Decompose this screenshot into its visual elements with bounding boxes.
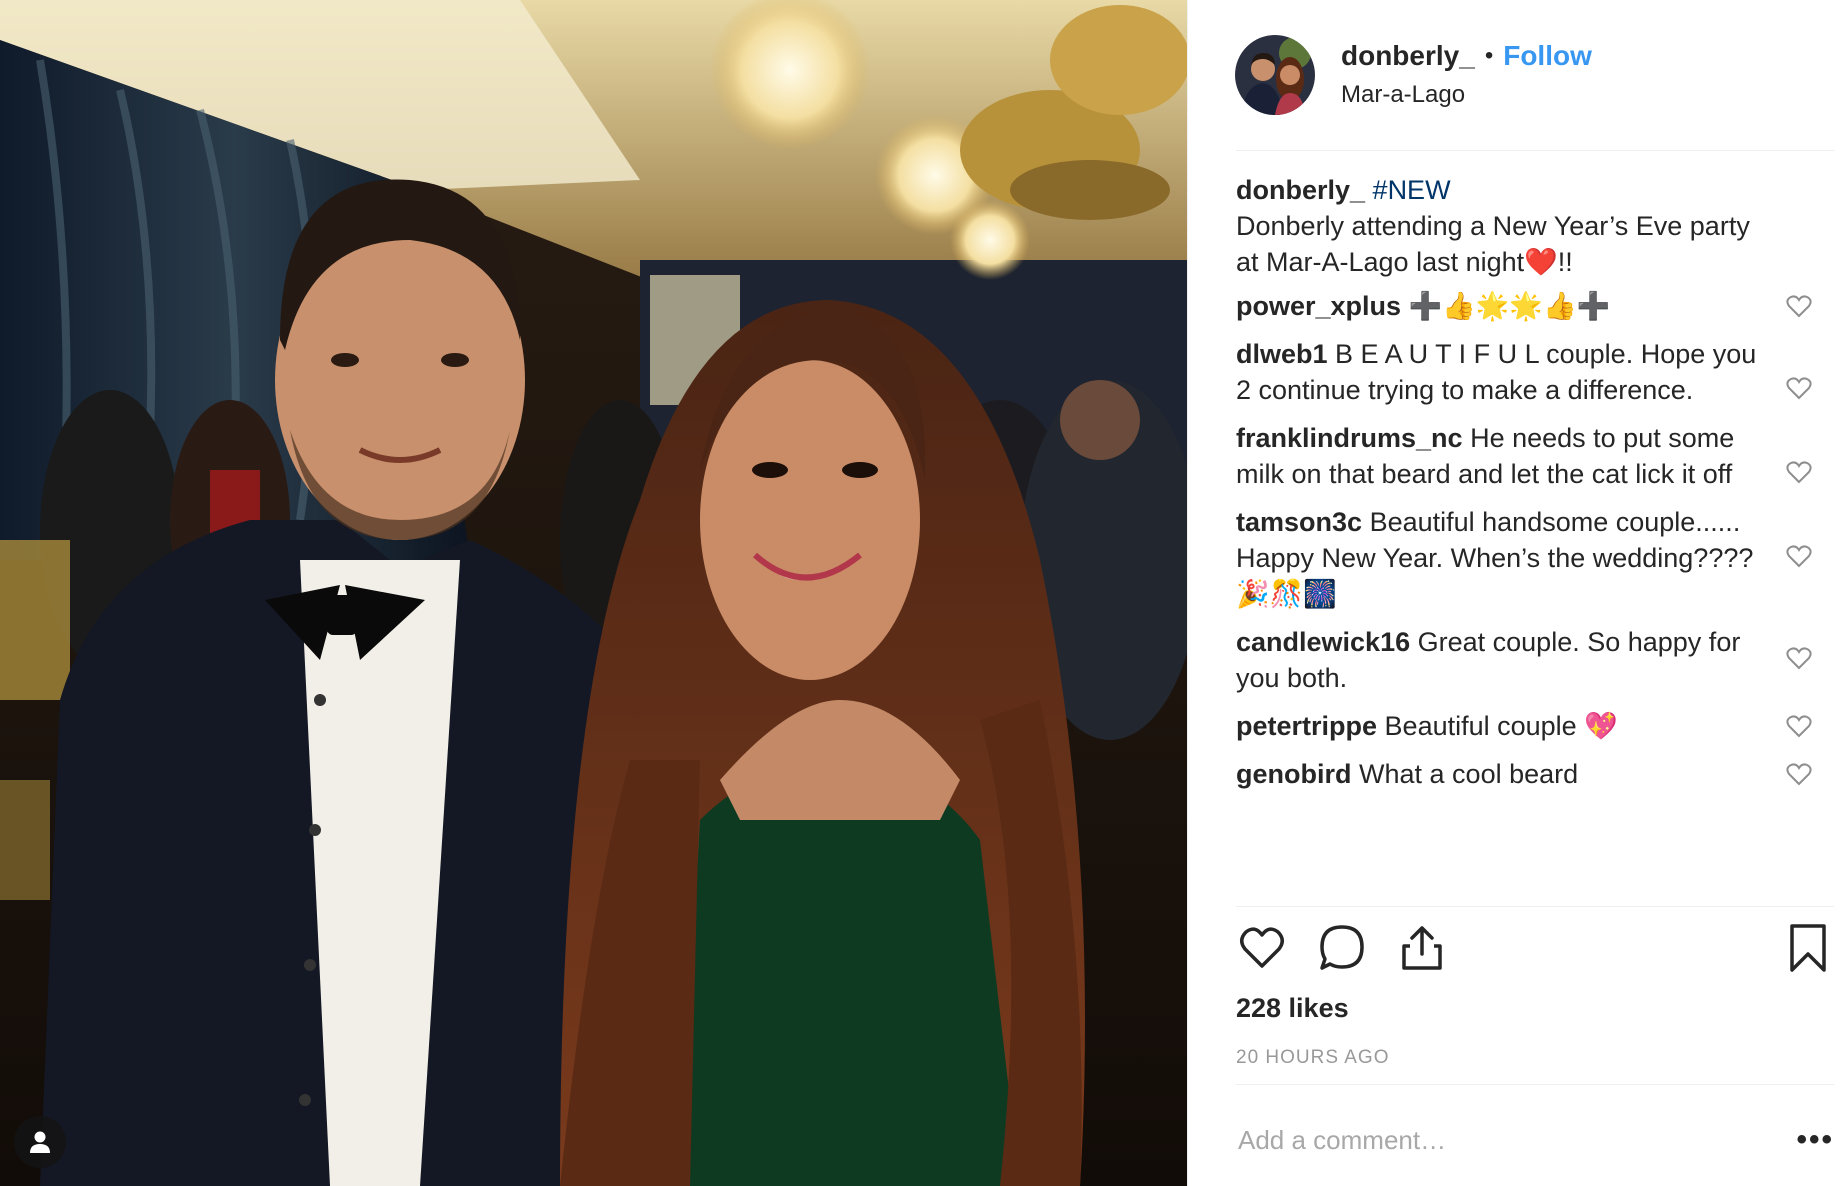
avatar[interactable] (1235, 35, 1315, 115)
comment-username[interactable]: franklindrums_nc (1236, 423, 1463, 453)
comment-item: candlewick16 Great couple. So happy for … (1236, 624, 1812, 696)
comment-text: Beautiful couple 💖 (1384, 711, 1618, 741)
heart-outline-icon[interactable] (1786, 544, 1812, 568)
comment-input[interactable] (1236, 1123, 1797, 1157)
comment-text: What a cool beard (1359, 759, 1579, 789)
comment-username[interactable]: petertrippe (1236, 711, 1377, 741)
comment-username[interactable]: dlweb1 (1236, 339, 1328, 369)
comment-divider (1236, 1084, 1834, 1085)
more-options-button[interactable]: ••• (1796, 1123, 1834, 1157)
comment-item: franklindrums_nc He needs to put some mi… (1236, 420, 1812, 492)
heart-outline-icon[interactable] (1786, 714, 1812, 738)
comment-username[interactable]: tamson3c (1236, 507, 1362, 537)
post-side-panel: donberly_ • Follow Mar-a-Lago donberly_ … (1187, 0, 1846, 1186)
bookmark-icon[interactable] (1782, 922, 1834, 974)
action-bar (1236, 922, 1834, 978)
heart-icon[interactable] (1236, 922, 1288, 974)
post-username[interactable]: donberly_ (1341, 38, 1475, 74)
add-comment-bar: ••• (1236, 1105, 1834, 1175)
avatar-image (1235, 35, 1315, 115)
tag-user-icon (30, 1131, 50, 1153)
heart-outline-icon[interactable] (1786, 294, 1812, 318)
heart-outline-icon[interactable] (1786, 646, 1812, 670)
share-icon[interactable] (1396, 922, 1448, 974)
comments-list: donberly_ #NEW Donberly attending a New … (1236, 172, 1812, 804)
tag-user-button[interactable] (14, 1116, 66, 1168)
post-timestamp: 20 HOURS AGO (1236, 1047, 1390, 1068)
heart-outline-icon[interactable] (1786, 460, 1812, 484)
instagram-post: donberly_ • Follow Mar-a-Lago donberly_ … (0, 0, 1846, 1186)
comment-username[interactable]: candlewick16 (1236, 627, 1410, 657)
comment-item: genobird What a cool beard (1236, 756, 1812, 792)
location-link[interactable]: Mar-a-Lago (1341, 78, 1592, 112)
comment-username[interactable]: genobird (1236, 759, 1352, 789)
comment-icon[interactable] (1316, 922, 1368, 974)
follow-button[interactable]: Follow (1503, 38, 1592, 74)
header-divider (1236, 150, 1834, 151)
caption-hashtag[interactable]: #NEW (1373, 175, 1451, 205)
caption-text: Donberly attending a New Year’s Eve part… (1236, 211, 1750, 277)
caption-username[interactable]: donberly_ (1236, 175, 1365, 205)
party-photo-image (0, 0, 1187, 1186)
comment-item: tamson3c Beautiful handsome couple......… (1236, 504, 1812, 612)
post-photo[interactable] (0, 0, 1187, 1186)
comment-username[interactable]: power_xplus (1236, 291, 1401, 321)
caption: donberly_ #NEW Donberly attending a New … (1236, 172, 1812, 280)
heart-outline-icon[interactable] (1786, 376, 1812, 400)
post-header: donberly_ • Follow Mar-a-Lago (1235, 32, 1834, 118)
comment-item: dlweb1 B E A U T I F U L couple. Hope yo… (1236, 336, 1812, 408)
heart-outline-icon[interactable] (1786, 762, 1812, 786)
likes-count[interactable]: 228 likes (1236, 993, 1349, 1024)
actions-divider (1236, 906, 1834, 907)
separator-dot: • (1484, 42, 1494, 69)
comment-item: power_xplus ➕👍🌟🌟👍➕ (1236, 288, 1812, 324)
comment-item: petertrippe Beautiful couple 💖 (1236, 708, 1812, 744)
comment-text: ➕👍🌟🌟👍➕ (1408, 291, 1611, 321)
